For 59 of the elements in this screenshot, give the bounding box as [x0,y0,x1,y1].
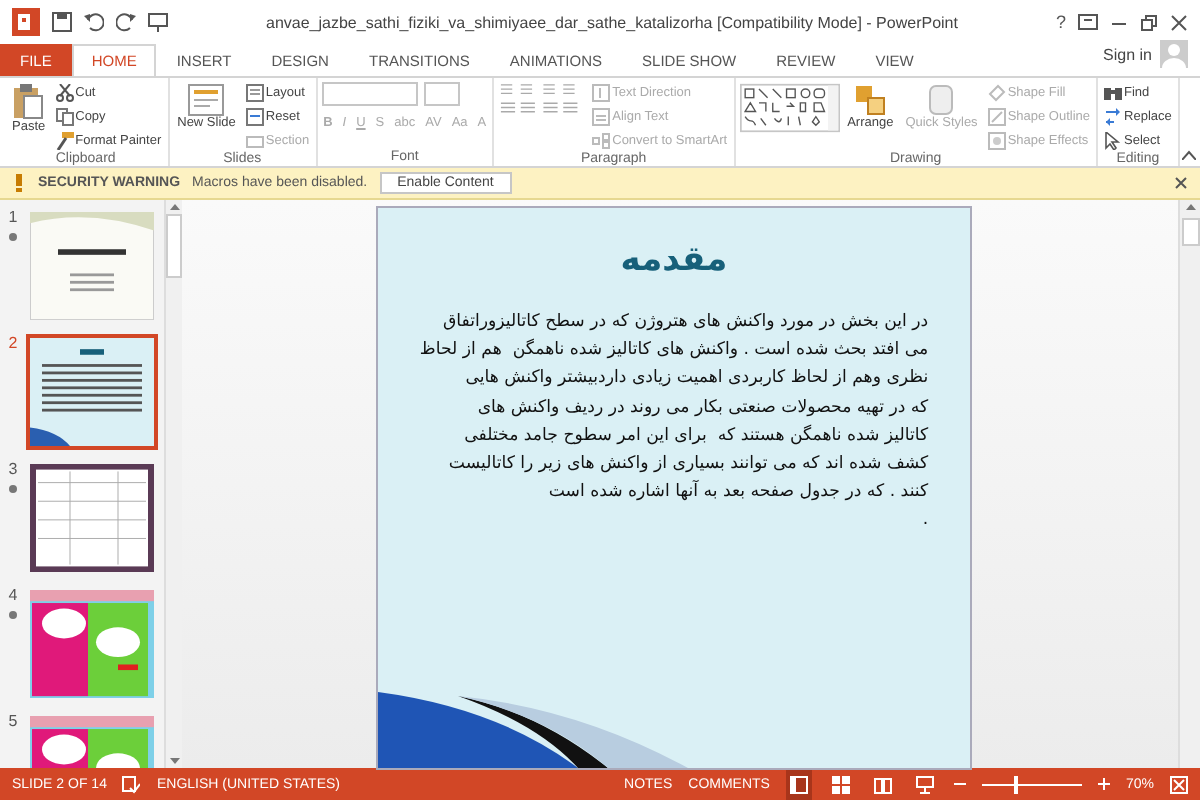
undo-icon[interactable] [84,12,104,32]
arrange-icon [854,84,887,116]
sign-in-link[interactable]: Sign in [1103,45,1152,63]
view-button[interactable] [785,768,812,800]
slide-number: 3 [8,460,18,478]
close-icon[interactable] [1170,13,1188,31]
cursor-icon [1104,131,1123,149]
spelling-icon[interactable] [122,775,141,793]
slide-number: 1 [8,208,18,226]
close-icon[interactable] [1174,176,1188,190]
replace-icon [1104,107,1123,125]
slide-thumbnail[interactable] [30,338,154,446]
binoculars-icon [1104,83,1123,101]
ribbon-display-icon[interactable] [1078,14,1098,30]
new-slide-icon [188,84,225,116]
align-text-icon [592,107,611,125]
shape-fill-icon [987,83,1006,101]
reset-icon [245,107,264,125]
help-button[interactable]: ? [1055,12,1066,32]
shape-effects-icon [987,131,1006,149]
reading-view-icon [873,775,892,793]
normal-view-icon [789,775,808,793]
text-direction-icon [592,83,611,101]
smartart-icon [592,131,611,149]
slide-body-text: در این بخش در مورد واکنش های هتروژن که در سطح کاتالیزوراتفاق می افتد بحث شده است . واکنش های کاتالیز شده ناهمگن هم از لحاظ نظری وهم از لحاظ کاربردی اهمیت زیادی داردبیشتر واکنش هایی که در تهیه محصولات صنعتی بکار می روند در ردیف واکنش های کاتالیز شده ناهمگن هستند که برای این امر سطوح جامد مختلفی کشف شده اند که می توانند بسیاری از واکنش های زیر را کاتالیست کنند . که در جدول صفحه بعد به آنها اشاره شده است . [419,310,929,535]
quick-styles-icon [925,84,958,116]
slide-number: 4 [8,586,18,604]
redo-icon[interactable] [116,12,136,32]
slide-thumbnail[interactable] [30,212,154,320]
restore-icon[interactable] [1140,13,1158,31]
zoom-in-icon[interactable] [1097,778,1110,790]
slide-number: 2 [8,334,18,352]
scrollbar-thumb[interactable] [166,214,182,278]
fit-to-window-icon[interactable] [1170,775,1188,793]
save-icon[interactable] [52,12,72,32]
slide-title: مقدمه [620,240,728,280]
collapse-ribbon-icon[interactable] [1182,150,1196,160]
slide-thumbnail[interactable] [30,464,154,572]
section-icon [245,131,264,149]
shape-outline-icon [987,107,1006,125]
slide-number: 5 [8,712,18,730]
window-title: anvae_jazbe_sathi_fiziki_va_shimiyaee_dar_sathe_katalizorha [Compatibility Mode] - PowerPoint [264,13,960,31]
font-size-field[interactable] [423,82,460,106]
copy-icon [55,107,74,125]
shapes-gallery-drawing [739,82,840,134]
slide-thumbnail[interactable] [30,590,154,698]
slideshow-icon[interactable] [148,12,168,32]
zoom-slider-thumb[interactable] [1014,775,1019,793]
warning-icon [12,174,26,192]
zoom-out-icon[interactable] [953,778,966,790]
font-name-field[interactable] [321,82,418,106]
show-view-icon [915,775,934,793]
scissors-icon [55,83,74,101]
sorter-view-icon [831,775,850,793]
layout-icon [245,83,264,101]
scrollbar-thumb[interactable] [1181,218,1199,246]
paintbrush-icon [55,131,74,149]
clipboard-icon [12,84,45,120]
app-logo-icon[interactable] [12,8,40,36]
